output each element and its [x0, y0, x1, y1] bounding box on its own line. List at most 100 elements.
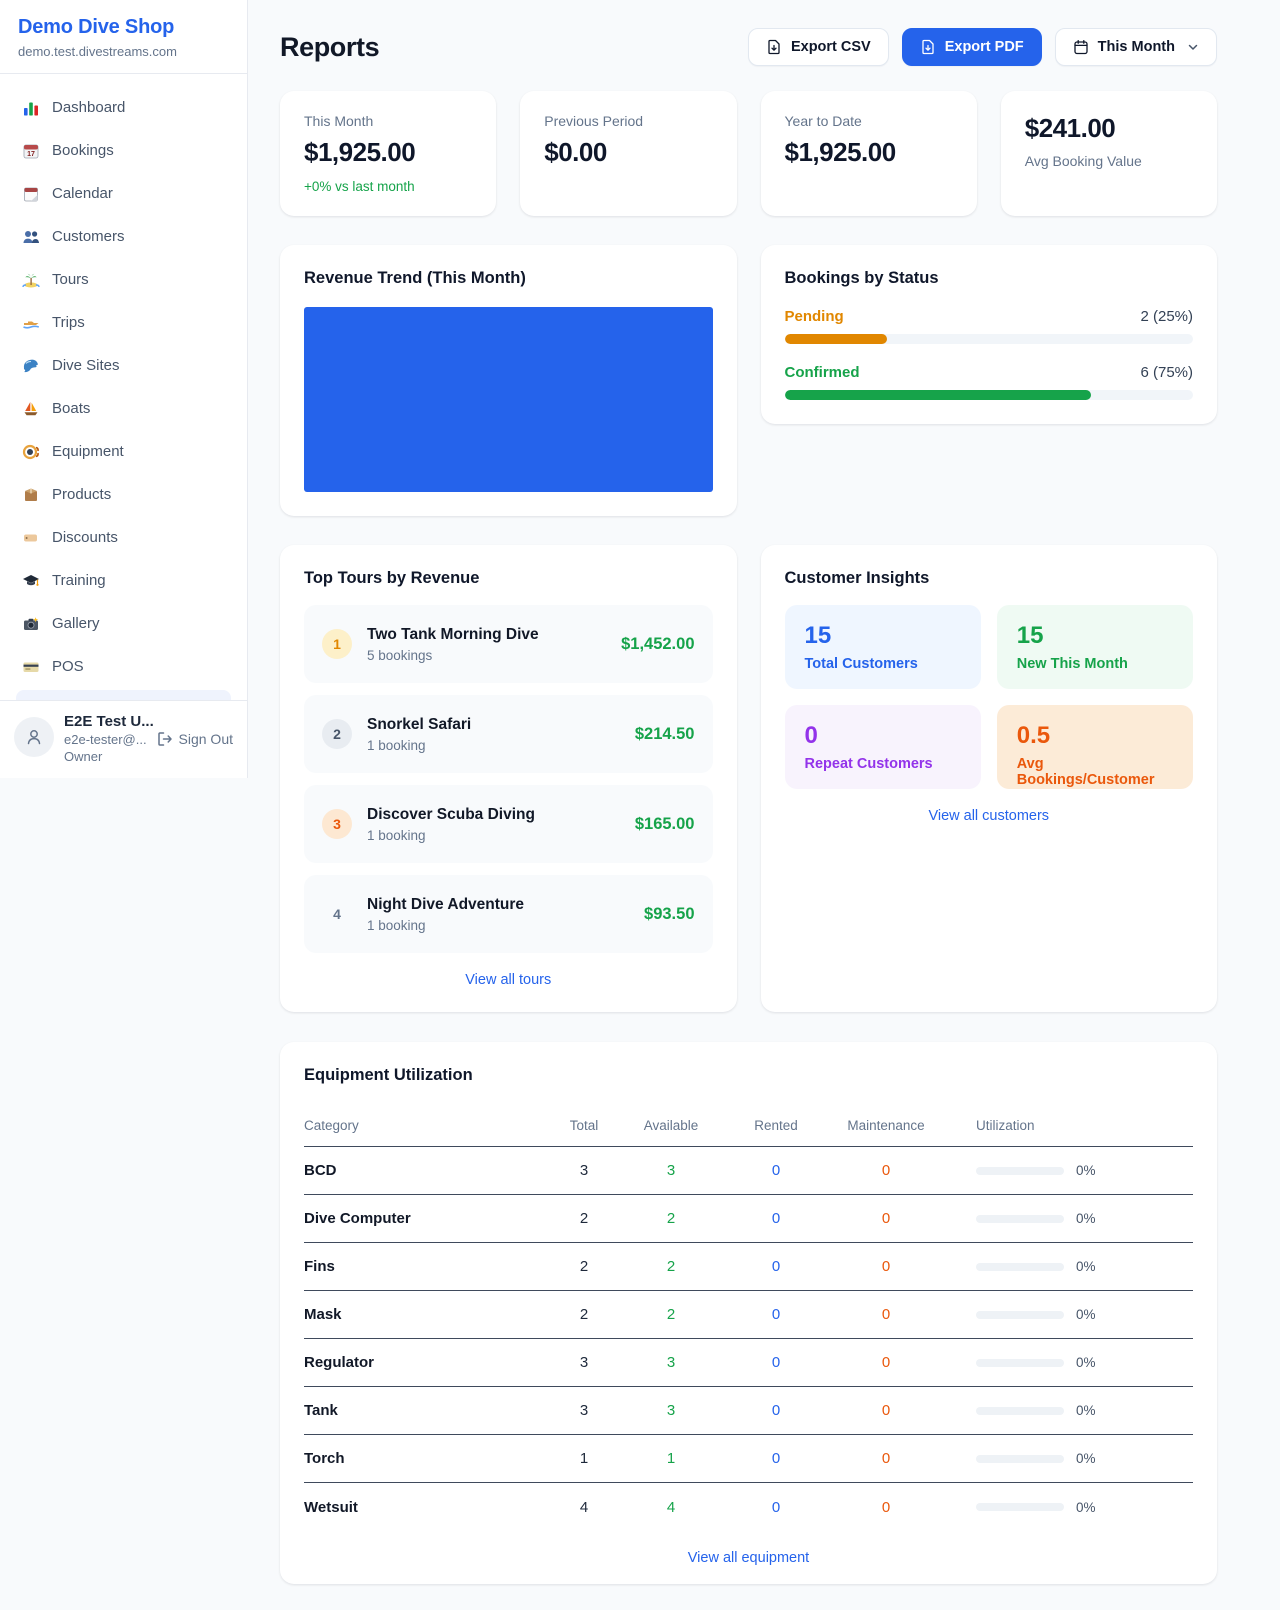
sidebar-item-label: Calendar	[52, 185, 113, 202]
sidebar-item-bookings[interactable]: 17 Bookings	[8, 129, 239, 172]
sidebar-item-dive-sites[interactable]: Dive Sites	[8, 344, 239, 387]
stat-label: Year to Date	[785, 113, 953, 129]
cell-rented: 0	[726, 1162, 826, 1179]
insight-tile-repeat-customers: 0 Repeat Customers	[785, 705, 981, 789]
sailboat-icon	[22, 400, 40, 418]
cell-category: Mask	[304, 1306, 552, 1323]
cell-maintenance: 0	[826, 1162, 946, 1179]
col-total: Total	[552, 1118, 616, 1133]
sidebar-item-dashboard[interactable]: Dashboard	[8, 86, 239, 129]
sidebar-item-label: Dashboard	[52, 99, 125, 116]
export-csv-button[interactable]: Export CSV	[748, 28, 889, 66]
tour-bookings: 5 bookings	[367, 648, 539, 663]
bookings-by-status-card: Bookings by Status Pending 2 (25%) Confi…	[761, 245, 1218, 424]
utilization-bar	[976, 1167, 1064, 1175]
tour-revenue: $93.50	[644, 905, 694, 924]
sidebar-item-equipment[interactable]: Equipment	[8, 430, 239, 473]
cell-category: Dive Computer	[304, 1210, 552, 1227]
sidebar-item-label: Bookings	[52, 142, 114, 159]
cell-category: Torch	[304, 1450, 552, 1467]
view-all-tours-link[interactable]: View all tours	[304, 972, 713, 988]
utilization-percent: 0%	[1076, 1211, 1096, 1226]
sidebar-item-customers[interactable]: Customers	[8, 215, 239, 258]
utilization-percent: 0%	[1076, 1259, 1096, 1274]
cell-available: 3	[616, 1354, 726, 1371]
cell-maintenance: 0	[826, 1499, 946, 1516]
sidebar-item-products[interactable]: Products	[8, 473, 239, 516]
progress-track	[785, 390, 1194, 400]
status-row-confirmed: Confirmed 6 (75%)	[785, 364, 1194, 400]
charts-row: Revenue Trend (This Month) Bookings by S…	[280, 245, 1217, 516]
col-maintenance: Maintenance	[826, 1118, 946, 1133]
top-tours-title: Top Tours by Revenue	[304, 569, 713, 588]
cell-maintenance: 0	[826, 1306, 946, 1323]
col-rented: Rented	[726, 1118, 826, 1133]
calendar-icon	[1073, 39, 1089, 55]
sidebar-item-calendar[interactable]: Calendar	[8, 172, 239, 215]
sidebar-item-pos[interactable]: POS	[8, 645, 239, 688]
speedboat-icon	[22, 314, 40, 332]
sidebar-item-label: Training	[52, 572, 106, 589]
cell-category: Tank	[304, 1402, 552, 1419]
rank-badge: 4	[322, 899, 352, 929]
rank-badge: 1	[322, 629, 352, 659]
file-download-icon	[920, 39, 936, 55]
status-value: 6 (75%)	[1140, 364, 1193, 381]
insight-tile-total-customers: 15 Total Customers	[785, 605, 981, 689]
utilization-percent: 0%	[1076, 1163, 1096, 1178]
sidebar-item-label: Boats	[52, 400, 90, 417]
tour-name: Two Tank Morning Dive	[367, 626, 539, 644]
tour-list: 1 Two Tank Morning Dive5 bookings $1,452…	[304, 605, 713, 953]
cell-utilization: 0%	[946, 1163, 1193, 1178]
tear-calendar-icon	[22, 185, 40, 203]
export-pdf-button[interactable]: Export PDF	[902, 28, 1042, 66]
cell-category: Wetsuit	[304, 1499, 552, 1516]
user-name: E2E Test U...	[64, 713, 147, 730]
utilization-percent: 0%	[1076, 1307, 1096, 1322]
cell-utilization: 0%	[946, 1451, 1193, 1466]
view-all-equipment-link[interactable]: View all equipment	[304, 1550, 1193, 1566]
insight-label: Avg Bookings/Customer	[1017, 756, 1173, 788]
stat-label: Avg Booking Value	[1025, 153, 1193, 169]
sign-out-button[interactable]: Sign Out	[157, 731, 233, 747]
stat-value: $1,925.00	[785, 137, 953, 168]
bar-chart-icon	[22, 99, 40, 117]
cell-rented: 0	[726, 1450, 826, 1467]
export-csv-label: Export CSV	[791, 39, 871, 55]
cell-category: Regulator	[304, 1354, 552, 1371]
insight-label: New This Month	[1017, 656, 1173, 672]
cell-total: 1	[552, 1450, 616, 1467]
table-row: Tank33000%	[304, 1387, 1193, 1435]
revenue-trend-card: Revenue Trend (This Month)	[280, 245, 737, 516]
cell-utilization: 0%	[946, 1211, 1193, 1226]
view-all-customers-link[interactable]: View all customers	[785, 808, 1194, 824]
sidebar-item-training[interactable]: Training	[8, 559, 239, 602]
cell-rented: 0	[726, 1258, 826, 1275]
cell-utilization: 0%	[946, 1259, 1193, 1274]
table-row: BCD33000%	[304, 1147, 1193, 1195]
sidebar-item-label: Products	[52, 486, 111, 503]
col-utilization: Utilization	[946, 1118, 1193, 1133]
tour-revenue: $214.50	[635, 725, 695, 744]
revenue-trend-title: Revenue Trend (This Month)	[304, 269, 713, 288]
sidebar-item-reports-active-partial[interactable]	[16, 690, 231, 700]
sidebar-item-boats[interactable]: Boats	[8, 387, 239, 430]
sidebar-item-gallery[interactable]: Gallery	[8, 602, 239, 645]
insight-value: 15	[1017, 622, 1173, 650]
sidebar-item-discounts[interactable]: Discounts	[8, 516, 239, 559]
status-value: 2 (25%)	[1140, 308, 1193, 325]
sidebar-item-trips[interactable]: Trips	[8, 301, 239, 344]
equipment-utilization-card: Equipment Utilization Category Total Ava…	[280, 1042, 1217, 1584]
camera-icon	[22, 615, 40, 633]
period-dropdown[interactable]: This Month	[1055, 28, 1217, 66]
header-actions: Export CSV Export PDF This Month	[748, 28, 1217, 66]
graduation-cap-icon	[22, 572, 40, 590]
sidebar-item-tours[interactable]: Tours	[8, 258, 239, 301]
status-label: Confirmed	[785, 364, 860, 381]
utilization-percent: 0%	[1076, 1451, 1096, 1466]
cell-available: 4	[616, 1499, 726, 1516]
utilization-bar	[976, 1359, 1064, 1367]
user-role: Owner	[64, 749, 147, 764]
table-row: Torch11000%	[304, 1435, 1193, 1483]
table-row: Wetsuit44000%	[304, 1483, 1193, 1531]
